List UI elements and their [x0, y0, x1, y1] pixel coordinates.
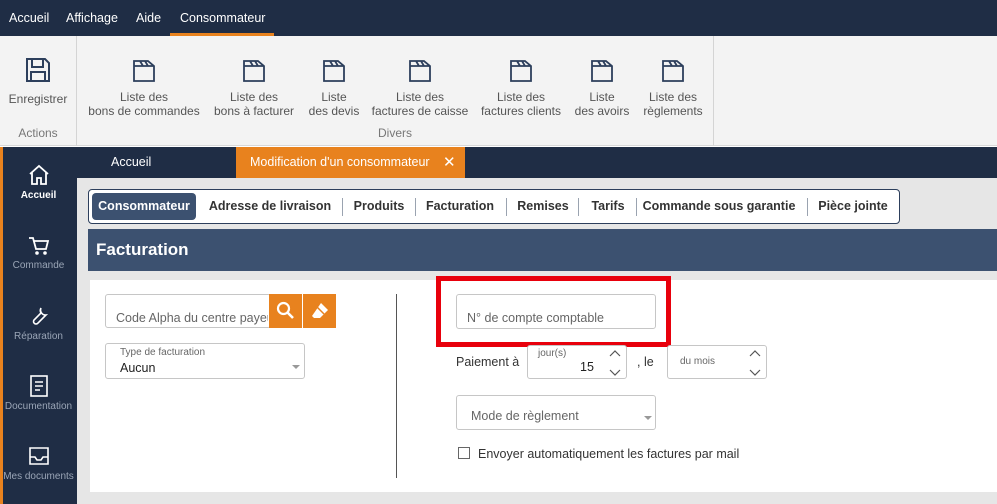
section-title: Facturation	[88, 229, 997, 271]
list-bons-commandes-label: Liste des bons de commandes	[88, 90, 200, 118]
menu-consommateur[interactable]: Consommateur	[169, 0, 275, 36]
clapper-icon	[133, 60, 155, 82]
list-bons-facturer-button[interactable]: Liste des bons à facturer	[210, 36, 298, 126]
du-mois-label: du mois	[680, 356, 716, 367]
subtab-facturation[interactable]: Facturation	[419, 193, 501, 220]
subtab-separator	[636, 198, 637, 216]
subtabs-bar: Consommateur Adresse de livraison Produi…	[88, 189, 900, 224]
list-factures-clients-button[interactable]: Liste des factures clients	[476, 36, 566, 126]
nav-mes-documents-label: Mes documents	[3, 471, 74, 482]
clapper-icon	[591, 60, 613, 82]
clear-button[interactable]	[303, 294, 336, 328]
top-menu-bar: Accueil Affichage Aide Consommateur	[0, 0, 997, 36]
clapper-icon	[323, 60, 345, 82]
jours-stepper[interactable]: jour(s) 15	[527, 345, 627, 379]
list-reglements-button[interactable]: Liste des règlements	[640, 36, 706, 126]
nav-commande[interactable]: Commande	[0, 235, 77, 271]
subtab-commande-garantie[interactable]: Commande sous garantie	[640, 193, 798, 220]
wrench-icon	[32, 307, 48, 325]
list-reglements-label: Liste des règlements	[643, 90, 703, 118]
le-label: , le	[637, 355, 654, 369]
nav-documentation-label: Documentation	[4, 401, 73, 412]
mode-reglement-select[interactable]: Mode de règlement	[456, 395, 656, 430]
nav-accueil-label: Accueil	[20, 190, 57, 201]
highlight-box	[436, 276, 671, 347]
cart-icon	[28, 237, 49, 255]
clapper-icon	[510, 60, 532, 82]
subtab-remises[interactable]: Remises	[510, 193, 576, 220]
subtab-consommateur[interactable]: Consommateur	[92, 193, 196, 220]
document-tabs: Accueil Modification d'un consommateur ✕	[77, 147, 997, 178]
subtab-separator	[506, 198, 507, 216]
tab-modification-consommateur[interactable]: Modification d'un consommateur ✕	[236, 147, 465, 178]
list-avoirs-button[interactable]: Liste des avoirs	[572, 36, 632, 126]
subtab-adresse-livraison[interactable]: Adresse de livraison	[205, 193, 335, 220]
chevron-down-icon	[292, 365, 300, 369]
save-label: Enregistrer	[8, 92, 68, 106]
stepper-arrows-icon[interactable]	[608, 348, 622, 378]
menu-accueil[interactable]: Accueil	[9, 0, 49, 36]
list-factures-caisse-label: Liste des factures de caisse	[371, 90, 469, 118]
list-bons-facturer-label: Liste des bons à facturer	[213, 90, 295, 118]
paiement-label: Paiement à	[456, 355, 520, 369]
type-facturation-select[interactable]: Type de facturation Aucun	[105, 343, 305, 379]
chevron-down-icon	[644, 416, 652, 420]
nav-mes-documents[interactable]: Mes documents	[0, 444, 77, 482]
clapper-icon	[662, 60, 684, 82]
envoyer-mail-label: Envoyer automatiquement les factures par…	[478, 447, 740, 461]
subtab-piece-jointe[interactable]: Pièce jointe	[811, 193, 895, 220]
menu-aide[interactable]: Aide	[136, 0, 161, 36]
ribbon-separator	[713, 36, 714, 146]
document-icon	[29, 375, 48, 397]
subtab-separator	[342, 198, 343, 216]
type-facturation-label: Type de facturation	[120, 347, 206, 358]
stepper-arrows-icon[interactable]	[748, 348, 762, 378]
clapper-icon	[243, 60, 265, 82]
home-icon	[28, 164, 49, 185]
save-icon	[26, 58, 50, 82]
eraser-icon	[312, 303, 328, 318]
left-nav: Accueil Commande Réparation Documentatio…	[0, 147, 77, 504]
menu-affichage[interactable]: Affichage	[66, 0, 118, 36]
actions-group-label: Actions	[18, 126, 58, 140]
mode-reglement-placeholder: Mode de règlement	[471, 409, 579, 423]
subtab-tarifs[interactable]: Tarifs	[582, 193, 634, 220]
clapper-icon	[409, 60, 431, 82]
jours-value: 15	[580, 360, 594, 374]
ribbon: Enregistrer Actions Liste des bons de com…	[0, 36, 997, 146]
envoyer-mail-checkbox[interactable]	[458, 447, 470, 459]
save-button[interactable]: Enregistrer	[4, 36, 72, 126]
column-divider	[396, 294, 397, 478]
subtab-separator	[807, 198, 808, 216]
nav-documentation[interactable]: Documentation	[0, 374, 77, 412]
du-mois-stepper[interactable]: du mois	[667, 345, 767, 379]
close-icon[interactable]: ✕	[443, 147, 456, 178]
tab-accueil[interactable]: Accueil	[111, 147, 151, 178]
nav-accueil[interactable]: Accueil	[0, 163, 77, 201]
code-alpha-input[interactable]: Code Alpha du centre payeur	[105, 294, 271, 328]
list-devis-button[interactable]: Liste des devis	[306, 36, 362, 126]
list-bons-commandes-button[interactable]: Liste des bons de commandes	[88, 36, 200, 126]
tab-modification-label: Modification d'un consommateur	[250, 155, 430, 169]
subtab-produits[interactable]: Produits	[346, 193, 412, 220]
subtab-separator	[578, 198, 579, 216]
jours-label: jour(s)	[538, 348, 567, 359]
search-button[interactable]	[269, 294, 302, 328]
ribbon-separator	[76, 36, 77, 146]
code-alpha-placeholder: Code Alpha du centre payeur	[116, 311, 268, 325]
search-icon	[276, 301, 294, 319]
list-factures-caisse-button[interactable]: Liste des factures de caisse	[370, 36, 470, 126]
nav-reparation[interactable]: Réparation	[0, 304, 77, 342]
inbox-icon	[28, 447, 49, 465]
list-factures-clients-label: Liste des factures clients	[480, 90, 562, 118]
type-facturation-value: Aucun	[120, 361, 156, 375]
divers-group-label: Divers	[377, 126, 412, 140]
list-avoirs-label: Liste des avoirs	[574, 90, 630, 118]
nav-commande-label: Commande	[12, 260, 65, 271]
list-devis-label: Liste des devis	[308, 90, 360, 118]
nav-reparation-label: Réparation	[14, 331, 63, 342]
subtab-separator	[415, 198, 416, 216]
